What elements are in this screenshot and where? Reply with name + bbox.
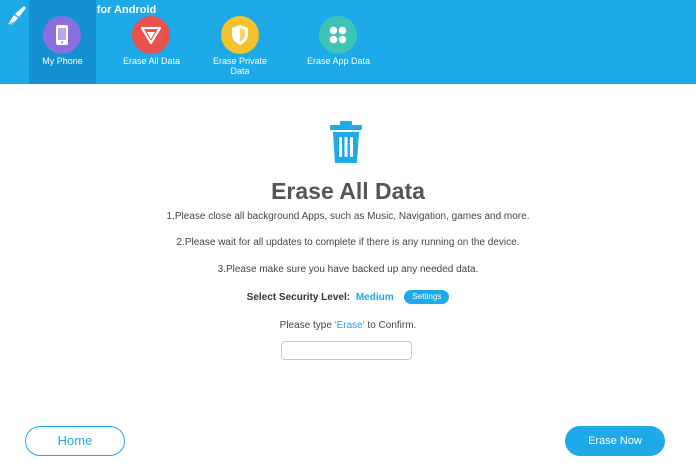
tab-label: My Phone [42, 56, 83, 66]
shield-icon [221, 16, 259, 54]
erase-now-button[interactable]: Erase Now [565, 426, 665, 456]
tab-my-phone[interactable]: My Phone [29, 0, 96, 84]
settings-button[interactable]: Settings [404, 290, 450, 304]
confirm-suffix: to Confirm. [364, 320, 417, 331]
security-level-label: Select Security Level: [246, 292, 351, 303]
security-level-value: Medium [355, 292, 394, 303]
confirm-instruction: Please type 'Erase' to Confirm. [0, 320, 696, 332]
confirm-erase-input[interactable] [281, 341, 412, 360]
instruction-3: 3.Please make sure you have backed up an… [217, 264, 479, 275]
tab-label: Erase App Data [306, 56, 371, 66]
confirm-prefix: Please type [279, 320, 335, 331]
confirm-word: 'Erase' [334, 320, 365, 331]
trash-icon [330, 121, 362, 163]
phone-icon [43, 16, 81, 54]
erase-all-icon [132, 16, 170, 54]
instruction-1: 1.Please close all background Apps, such… [166, 211, 530, 222]
app-header: SafeWiper for Android My Phone Erase All… [0, 0, 696, 84]
security-level-row: Select Security Level: Medium Settings [0, 290, 696, 305]
tab-erase-app-data[interactable]: Erase App Data [305, 0, 372, 84]
page-title: Erase All Data [271, 178, 425, 204]
tab-erase-private-data[interactable]: Erase Private Data [205, 0, 275, 84]
apps-grid-icon [319, 16, 357, 54]
instruction-2: 2.Please wait for all updates to complet… [176, 237, 520, 248]
main-content: Erase All Data 1.Please close all backgr… [0, 84, 696, 464]
home-button[interactable]: Home [25, 426, 125, 456]
tab-label: Erase All Data [122, 56, 181, 66]
broom-icon [6, 6, 26, 26]
tab-erase-all-data[interactable]: Erase All Data [118, 0, 185, 84]
tab-label: Erase Private Data [212, 56, 268, 76]
